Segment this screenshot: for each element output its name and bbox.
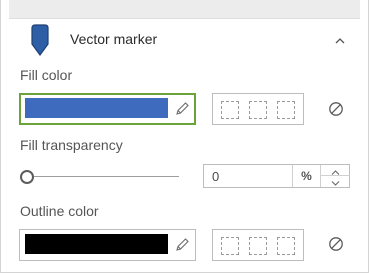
outline-color-picker[interactable]: [19, 229, 196, 261]
outline-color-label: Outline color: [20, 203, 99, 219]
recent-color-slot[interactable]: [221, 101, 239, 119]
no-color-icon[interactable]: [328, 101, 344, 117]
outline-color-swatch[interactable]: [25, 234, 168, 254]
pencil-icon[interactable]: [174, 237, 190, 253]
percent-unit: %: [292, 165, 320, 187]
fill-recent-colors: [212, 93, 304, 125]
scroll-header-strip: [9, 0, 360, 19]
outline-recent-colors: [212, 229, 304, 261]
transparency-input[interactable]: 0 %: [203, 164, 350, 188]
recent-color-slot[interactable]: [221, 237, 239, 255]
fill-transparency-label: Fill transparency: [20, 137, 123, 153]
pencil-icon[interactable]: [174, 101, 190, 117]
transparency-slider-thumb[interactable]: [20, 170, 34, 184]
recent-color-slot[interactable]: [277, 101, 295, 119]
vector-marker-icon: [31, 24, 49, 56]
no-color-icon[interactable]: [328, 236, 344, 252]
recent-color-slot[interactable]: [277, 237, 295, 255]
fill-color-picker[interactable]: [19, 93, 196, 125]
decrement-button[interactable]: [321, 176, 350, 187]
symbol-style-panel: Vector marker Fill color Fill transparen…: [0, 0, 369, 273]
transparency-stepper[interactable]: [320, 165, 350, 187]
vector-marker-header[interactable]: Vector marker: [1, 22, 369, 58]
recent-color-slot[interactable]: [249, 237, 267, 255]
chevron-down-icon: [331, 181, 340, 186]
fill-color-swatch[interactable]: [25, 98, 168, 118]
section-title: Vector marker: [70, 31, 158, 47]
increment-button[interactable]: [321, 165, 350, 176]
chevron-up-icon[interactable]: [333, 34, 347, 48]
recent-color-slot[interactable]: [249, 101, 267, 119]
transparency-slider-track[interactable]: [27, 176, 179, 177]
transparency-value[interactable]: 0: [212, 169, 219, 184]
fill-color-label: Fill color: [20, 67, 73, 83]
